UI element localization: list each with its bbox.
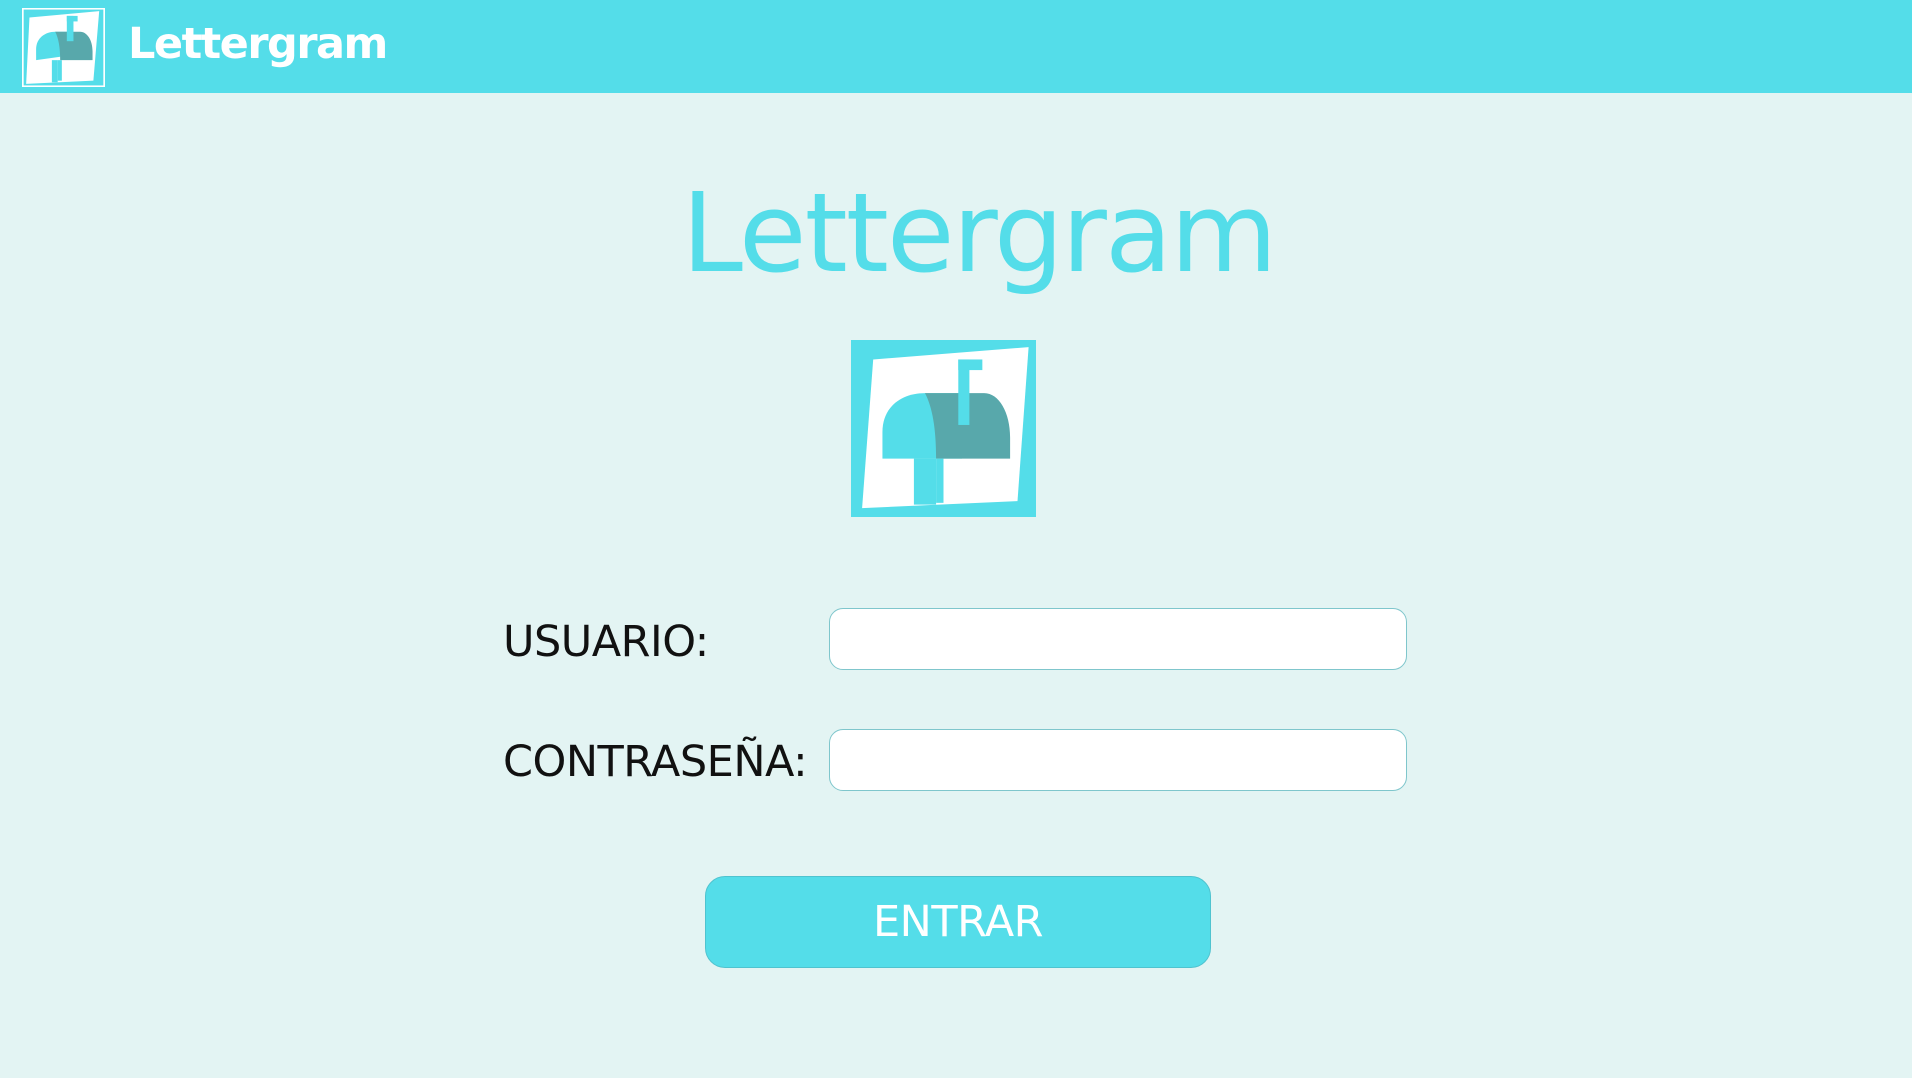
mailbox-icon bbox=[851, 340, 1036, 517]
app-title: Lettergram bbox=[128, 19, 388, 69]
username-input[interactable] bbox=[829, 608, 1407, 670]
password-input[interactable] bbox=[829, 729, 1407, 791]
login-button[interactable]: ENTRAR bbox=[705, 876, 1211, 968]
top-bar: Lettergram bbox=[0, 0, 1912, 93]
password-label: CONTRASEÑA: bbox=[503, 737, 808, 787]
username-label: USUARIO: bbox=[503, 617, 709, 667]
mailbox-icon[interactable] bbox=[22, 8, 105, 87]
page-title: Lettergram bbox=[681, 169, 1278, 297]
